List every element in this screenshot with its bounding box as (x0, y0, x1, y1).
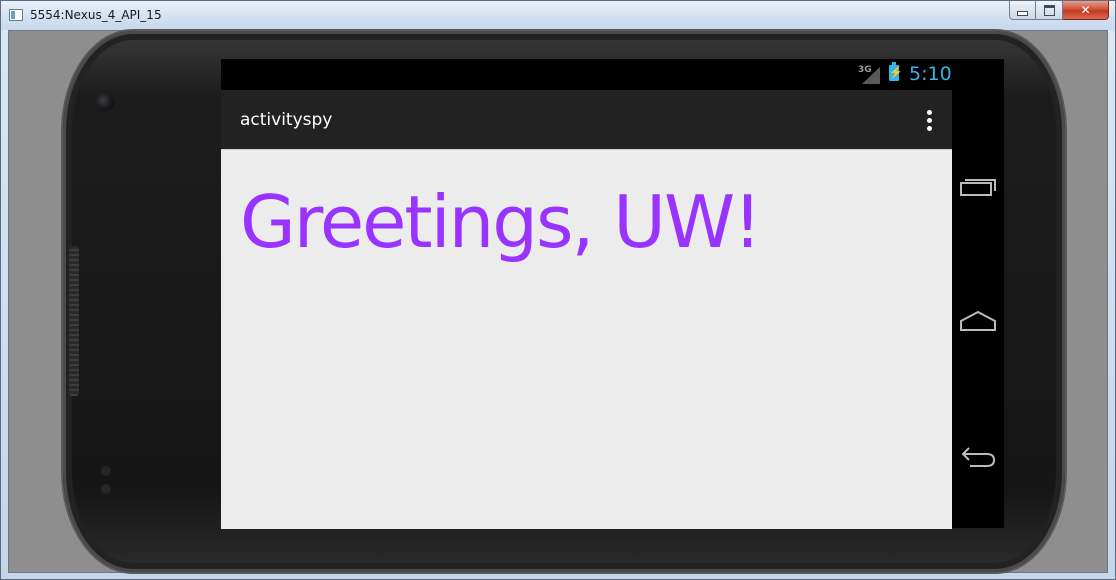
close-button[interactable]: ✕ (1063, 1, 1109, 20)
window-controls: ✕ (1009, 1, 1109, 21)
sensor-icon (101, 466, 111, 476)
main-content: Greetings, UW! (221, 149, 952, 529)
maximize-icon (1043, 4, 1055, 16)
window-title: 5554:Nexus_4_API_15 (30, 8, 162, 22)
minimize-icon (1017, 10, 1028, 16)
app-title: activityspy (240, 110, 333, 130)
phone-side-grille (69, 246, 79, 396)
back-icon (961, 447, 996, 467)
status-clock: 5:10 (909, 63, 952, 85)
overflow-menu-icon (926, 125, 932, 131)
recent-apps-button[interactable] (960, 174, 996, 198)
overflow-menu-icon (926, 109, 932, 115)
close-icon: ✕ (1080, 3, 1091, 17)
window-titlebar[interactable]: 5554:Nexus_4_API_15 ✕ (1, 1, 1115, 30)
action-bar: activityspy (221, 90, 952, 149)
battery-charging-icon (889, 62, 903, 81)
phone-frame: 3G 5:10 activityspy Greetings, UW! (63, 31, 1065, 572)
overflow-menu-button[interactable] (917, 106, 941, 134)
device-screen: 3G 5:10 activityspy Greetings, UW! (221, 59, 1004, 529)
sensor-icon (101, 484, 111, 494)
overflow-menu-icon (926, 117, 932, 123)
minimize-button[interactable] (1009, 1, 1036, 20)
navigation-bar (952, 90, 1004, 528)
home-button[interactable] (960, 309, 996, 333)
back-button[interactable] (960, 446, 996, 470)
emulator-client-area: 3G 5:10 activityspy Greetings, UW! (8, 30, 1108, 573)
app-window-icon[interactable] (9, 9, 23, 21)
signal-icon (862, 67, 880, 84)
status-bar: 3G 5:10 (221, 59, 952, 90)
recent-apps-icon (960, 179, 996, 196)
emulator-window: 5554:Nexus_4_API_15 ✕ 3G ⚡ 5:10 activity… (0, 0, 1116, 580)
greeting-text: Greetings, UW! (240, 180, 762, 264)
home-icon (960, 310, 996, 331)
front-camera-icon (96, 93, 114, 111)
maximize-button[interactable] (1036, 1, 1063, 20)
